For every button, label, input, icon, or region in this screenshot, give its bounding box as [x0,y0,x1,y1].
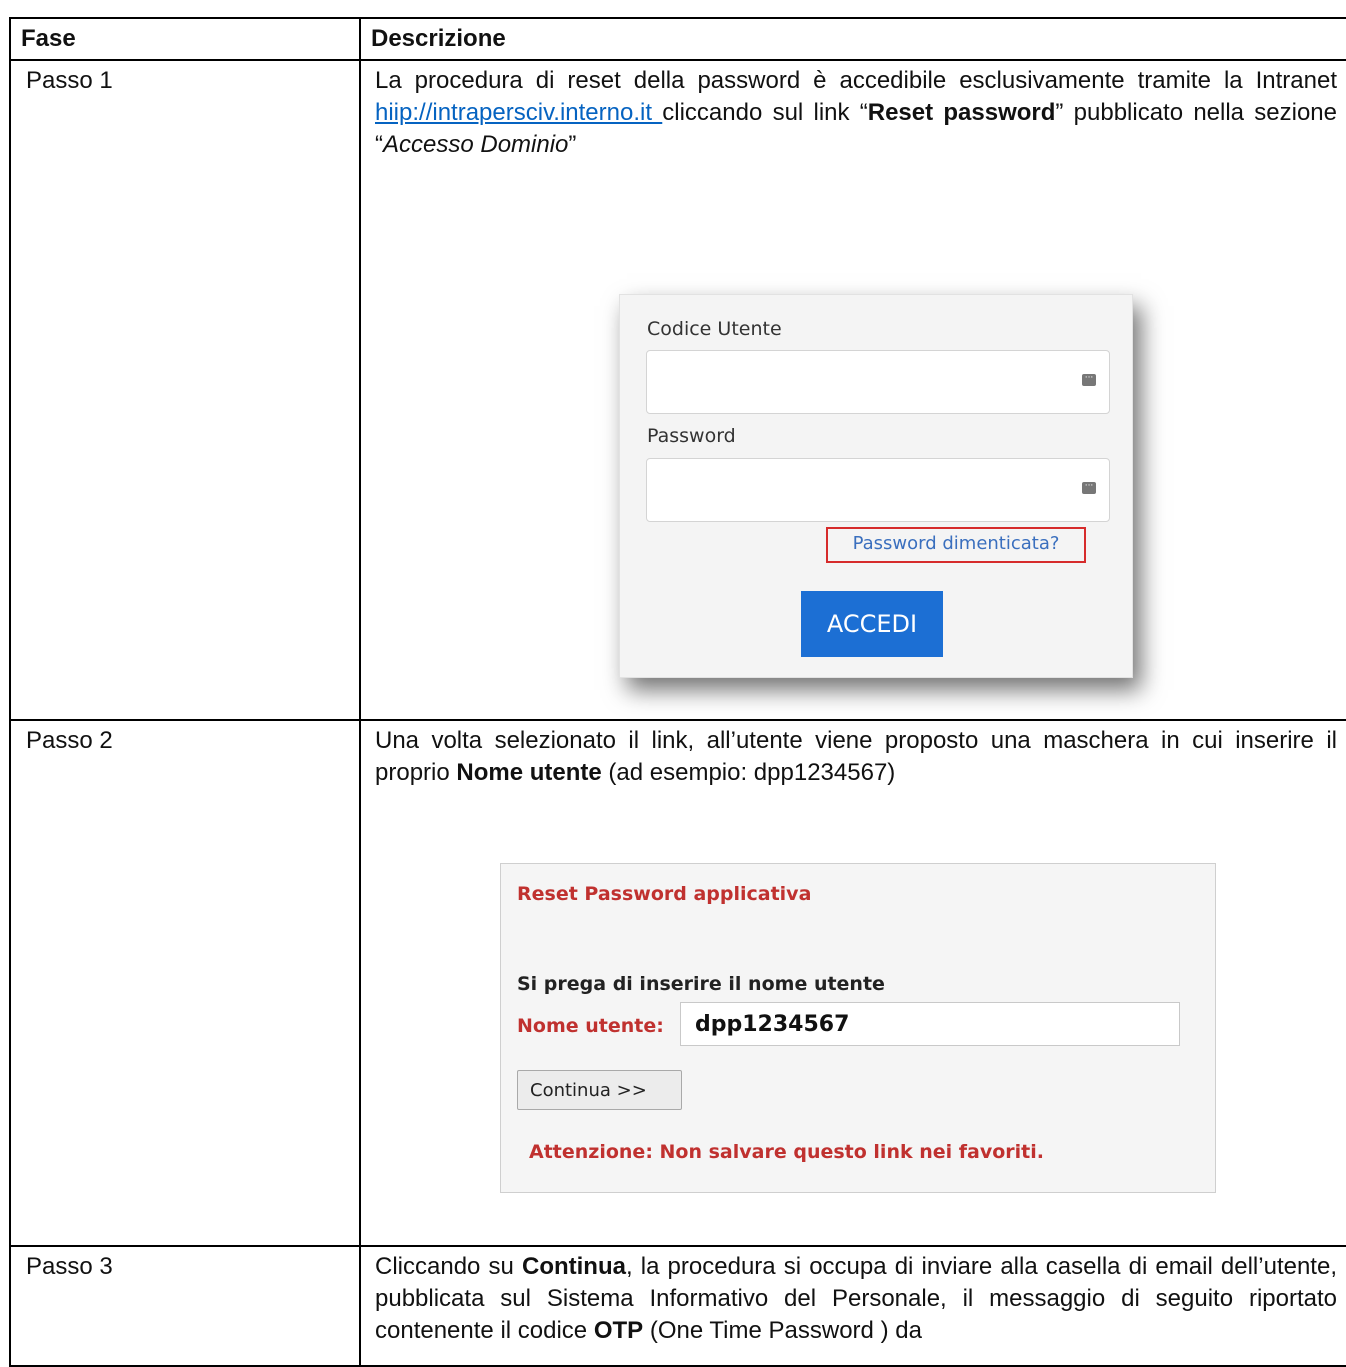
table-header-row: Fase Descrizione [9,17,1346,61]
accesso-dominio-label: Accesso Dominio [383,131,569,158]
procedure-table: Fase Descrizione Passo 1 La procedura di… [9,17,1346,1367]
step-1-paragraph: La procedura di reset della password è a… [375,65,1337,161]
login-screenshot: Codice Utente ··· Password ··· Password … [619,294,1133,678]
step-1-text-2: cliccando sul link “ [662,99,868,126]
table-row-step-3: Passo 3 Cliccando su Continua, la proced… [9,1245,1346,1367]
step-1-text: La procedura di reset della password è a… [375,67,1337,94]
nome-utente-label: Nome utente [456,759,602,786]
key-icon: ··· [1082,482,1096,494]
table-row-step-2: Passo 2 Una volta selezionato il link, a… [9,719,1346,1247]
step-3-paragraph: Cliccando su Continua, la procedura si o… [375,1251,1337,1347]
step-3-label: Passo 3 [9,1245,361,1367]
step-2-description: Una volta selezionato il link, all’utent… [359,719,1346,1247]
table-row-step-1: Passo 1 La procedura di reset della pass… [9,59,1346,721]
user-code-input[interactable]: ··· [646,350,1110,414]
step-3-description: Cliccando su Continua, la procedura si o… [359,1245,1346,1367]
step-3-text: Cliccando su [375,1253,522,1280]
key-icon: ··· [1082,374,1096,386]
step-2-text-2: (ad esempio: dpp1234567) [601,759,896,786]
header-descrizione: Descrizione [359,17,1346,61]
step-2-label: Passo 2 [9,719,361,1247]
step-3-text-3: (One Time Password ) da [643,1317,922,1344]
continua-button[interactable]: Continua >> [517,1070,682,1110]
user-code-label: Codice Utente [647,318,782,340]
step-2-paragraph: Una volta selezionato il link, all’utent… [375,725,1337,789]
header-fase: Fase [9,17,361,61]
password-input[interactable]: ··· [646,458,1110,522]
step-1-description: La procedura di reset della password è a… [359,59,1346,721]
reset-title: Reset Password applicativa [517,883,812,905]
reset-warning: Attenzione: Non salvare questo link nei … [529,1141,1044,1163]
continua-label: Continua [521,1253,626,1280]
password-label: Password [647,425,736,447]
reset-password-screenshot: Reset Password applicativa Si prega di i… [500,863,1216,1193]
accedi-button[interactable]: ACCEDI [801,591,943,657]
username-field-label: Nome utente: [517,1015,664,1037]
username-input[interactable]: dpp1234567 [680,1002,1180,1046]
step-1-text-4: ” [568,131,577,158]
reset-password-label: Reset password [867,99,1056,126]
intranet-link[interactable]: hiip://intrapersciv.interno.it [375,99,662,126]
reset-subtitle: Si prega di inserire il nome utente [517,973,885,995]
forgot-password-link[interactable]: Password dimenticata? [826,527,1086,563]
otp-label: OTP [593,1317,644,1344]
step-1-label: Passo 1 [9,59,361,721]
